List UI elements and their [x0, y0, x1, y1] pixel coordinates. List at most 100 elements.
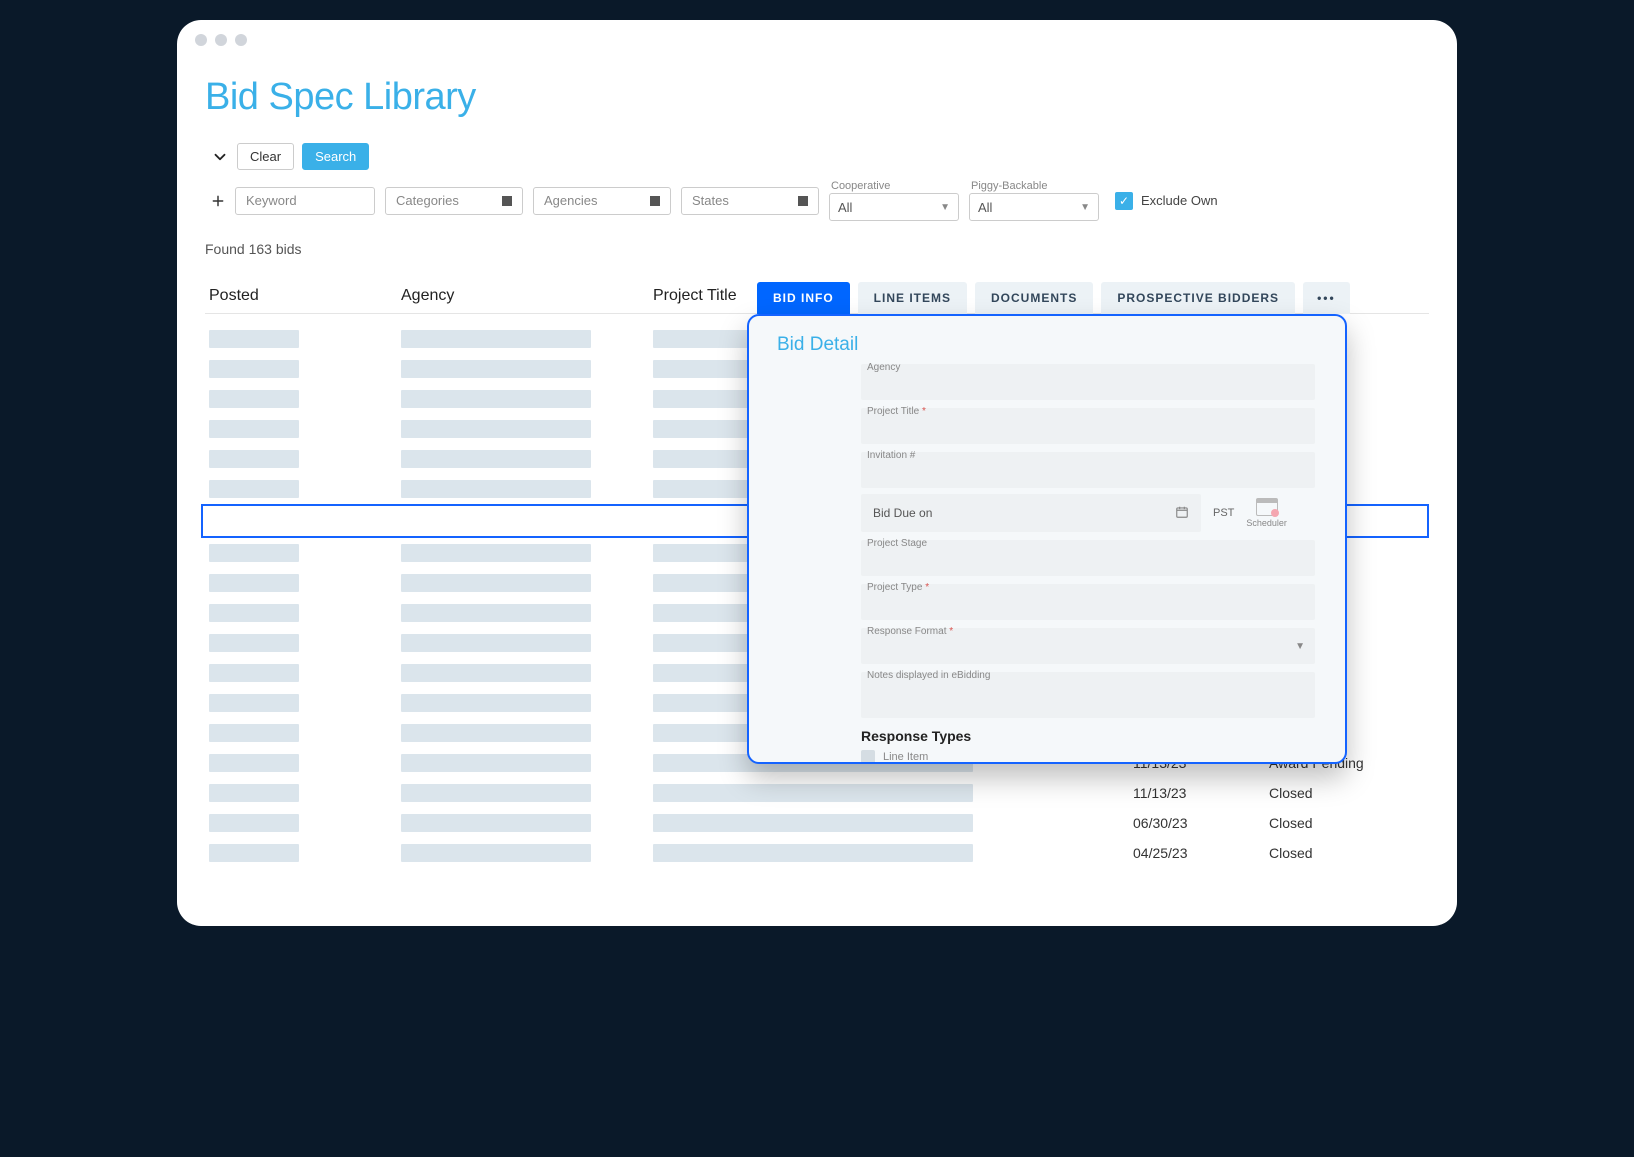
field-project-type: Project Type *: [861, 584, 1315, 620]
placeholder-cell: [401, 544, 591, 562]
field-notes: Notes displayed in eBidding: [861, 672, 1315, 718]
placeholder-cell: [209, 784, 299, 802]
due-date: 11/13/23: [1133, 785, 1269, 801]
clear-button[interactable]: Clear: [237, 143, 294, 170]
cooperative-label: Cooperative: [829, 180, 959, 192]
traffic-close-icon[interactable]: [195, 34, 207, 46]
multi-select-icon: [798, 196, 808, 206]
th-agency[interactable]: Agency: [401, 287, 653, 305]
placeholder-cell: [209, 814, 299, 832]
table-row[interactable]: 06/30/23Closed: [205, 808, 1429, 838]
field-response-format: Response Format * ▼: [861, 628, 1315, 664]
line-item-label: Line Item: [883, 751, 928, 763]
placeholder-cell: [209, 574, 299, 592]
piggy-select[interactable]: All ▼: [969, 193, 1099, 221]
project-type-label: Project Type *: [867, 582, 929, 593]
bid-detail-title: Bid Detail: [769, 334, 1325, 356]
table-row[interactable]: 11/13/23Closed: [205, 778, 1429, 808]
placeholder-cell: [401, 694, 591, 712]
tab-more[interactable]: •••: [1303, 282, 1350, 314]
invitation-label: Invitation #: [867, 450, 915, 461]
placeholder-cell: [209, 754, 299, 772]
field-bid-due: Bid Due on PST Scheduler: [861, 494, 1315, 532]
calendar-icon[interactable]: [1175, 505, 1189, 522]
placeholder-cell: [209, 330, 299, 348]
tab-prospective-bidders[interactable]: PROSPECTIVE BIDDERS: [1101, 282, 1295, 314]
th-posted[interactable]: Posted: [205, 287, 401, 305]
project-stage-input[interactable]: [861, 540, 1315, 576]
agency-input[interactable]: [861, 364, 1315, 400]
caret-down-icon: ▼: [940, 202, 950, 213]
field-invitation: Invitation #: [861, 452, 1315, 488]
caret-down-icon: ▼: [1295, 641, 1305, 652]
placeholder-cell: [209, 480, 299, 498]
detail-tabs: BID INFO LINE ITEMS DOCUMENTS PROSPECTIV…: [757, 282, 1350, 314]
cooperative-select[interactable]: All ▼: [829, 193, 959, 221]
placeholder-cell: [209, 664, 299, 682]
agencies-placeholder: Agencies: [544, 193, 597, 208]
tab-documents[interactable]: DOCUMENTS: [975, 282, 1093, 314]
scheduler-button[interactable]: Scheduler: [1246, 498, 1287, 528]
search-button[interactable]: Search: [302, 143, 369, 170]
tab-line-items[interactable]: LINE ITEMS: [858, 282, 967, 314]
tab-bid-info[interactable]: BID INFO: [757, 282, 850, 314]
placeholder-cell: [653, 814, 973, 832]
notes-label: Notes displayed in eBidding: [867, 670, 990, 681]
exclude-own-checkbox[interactable]: ✓: [1115, 192, 1133, 210]
cooperative-value: All: [838, 200, 852, 215]
keyword-input[interactable]: Keyword: [235, 187, 375, 215]
categories-placeholder: Categories: [396, 193, 459, 208]
multi-select-icon: [502, 196, 512, 206]
placeholder-cell: [401, 724, 591, 742]
exclude-own-group: ✓ Exclude Own: [1115, 192, 1218, 210]
due-date: 06/30/23: [1133, 815, 1269, 831]
exclude-own-label: Exclude Own: [1141, 193, 1218, 208]
field-project-stage: Project Stage: [861, 540, 1315, 576]
results-count: Found 163 bids: [205, 241, 1429, 257]
agencies-input[interactable]: Agencies: [533, 187, 671, 215]
line-item-checkbox[interactable]: [861, 750, 875, 764]
states-input[interactable]: States: [681, 187, 819, 215]
bid-due-label: Bid Due on: [873, 506, 932, 520]
traffic-zoom-icon[interactable]: [235, 34, 247, 46]
placeholder-cell: [401, 480, 591, 498]
piggy-value: All: [978, 200, 992, 215]
piggy-label: Piggy-Backable: [969, 180, 1099, 192]
placeholder-cell: [401, 390, 591, 408]
placeholder-cell: [401, 814, 591, 832]
app-window: Bid Spec Library Clear Search Keyword Ca…: [177, 20, 1457, 926]
project-stage-label: Project Stage: [867, 538, 927, 549]
table-row[interactable]: 04/25/23Closed: [205, 838, 1429, 868]
multi-select-icon: [650, 196, 660, 206]
scheduler-icon: [1256, 498, 1278, 516]
placeholder-cell: [401, 360, 591, 378]
response-format-label: Response Format *: [867, 626, 953, 637]
invitation-input[interactable]: [861, 452, 1315, 488]
categories-input[interactable]: Categories: [385, 187, 523, 215]
bid-detail-panel: Bid Detail Agency Project Title * Invita…: [747, 314, 1347, 764]
bid-detail-form: Agency Project Title * Invitation # Bid …: [769, 364, 1325, 764]
placeholder-cell: [209, 450, 299, 468]
placeholder-cell: [209, 604, 299, 622]
keyword-placeholder: Keyword: [246, 193, 297, 208]
chevron-down-icon[interactable]: [211, 148, 229, 166]
status-text: Closed: [1269, 785, 1429, 801]
response-types-header: Response Types: [861, 728, 1315, 744]
status-text: Closed: [1269, 815, 1429, 831]
traffic-minimize-icon[interactable]: [215, 34, 227, 46]
project-title-input[interactable]: [861, 408, 1315, 444]
title-bar: [177, 20, 1457, 60]
placeholder-cell: [401, 844, 591, 862]
placeholder-cell: [401, 634, 591, 652]
project-type-input[interactable]: [861, 584, 1315, 620]
placeholder-cell: [401, 664, 591, 682]
timezone-label: PST: [1213, 507, 1234, 519]
project-title-label: Project Title *: [867, 406, 926, 417]
placeholder-cell: [209, 360, 299, 378]
placeholder-cell: [209, 694, 299, 712]
states-placeholder: States: [692, 193, 729, 208]
due-date: 04/25/23: [1133, 845, 1269, 861]
cooperative-filter: Cooperative All ▼: [829, 180, 959, 221]
plus-icon[interactable]: [211, 194, 225, 208]
bid-due-input[interactable]: Bid Due on: [861, 494, 1201, 532]
